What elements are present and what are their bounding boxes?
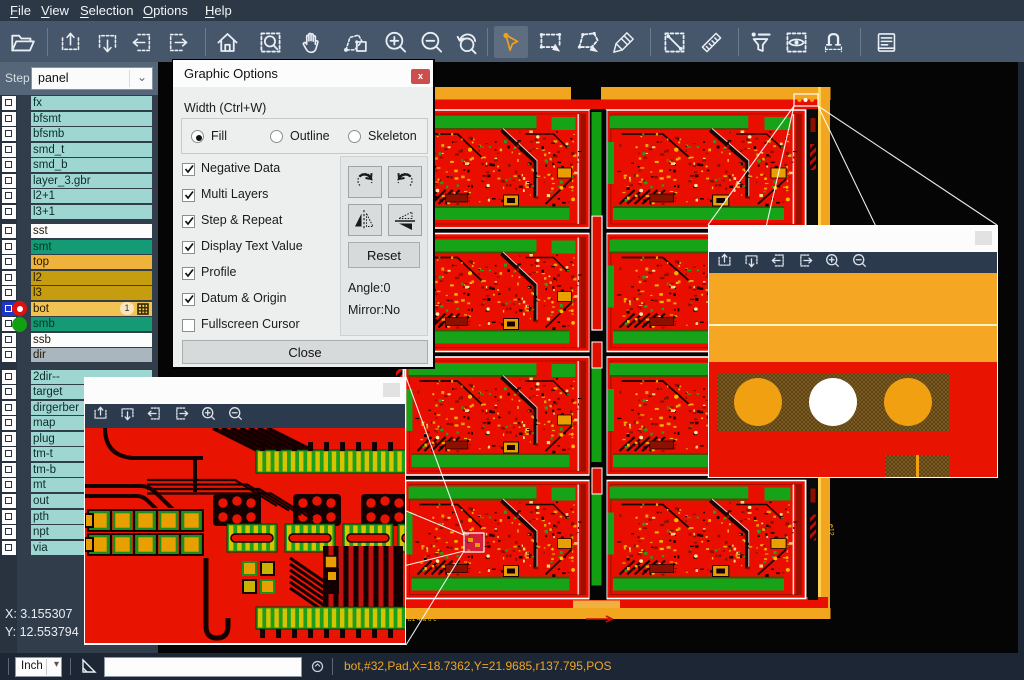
svg-text:e12: e12 (827, 524, 834, 536)
